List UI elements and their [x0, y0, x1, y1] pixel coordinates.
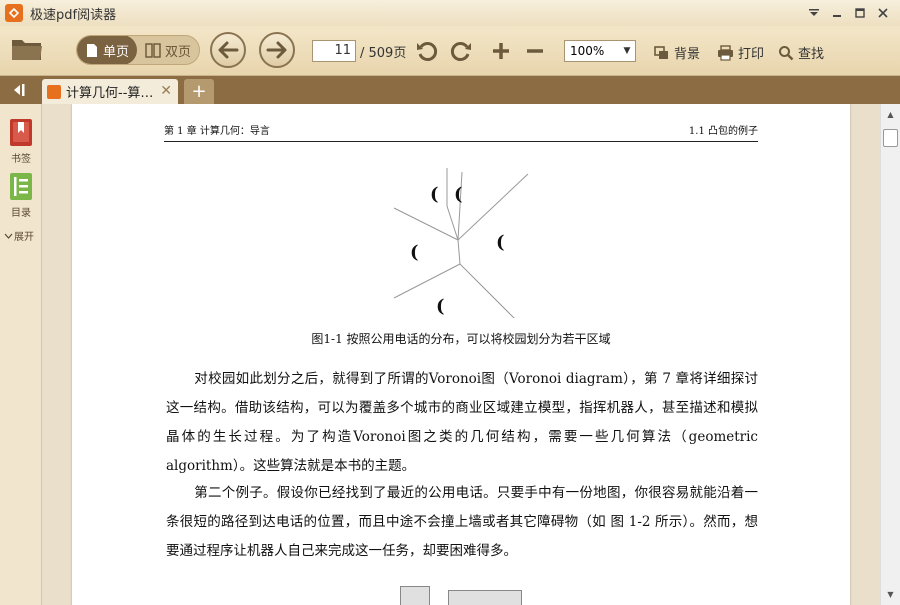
window-title: 极速pdf阅读器 [30, 7, 117, 23]
chevron-down-icon [4, 233, 13, 239]
vertical-scrollbar[interactable]: ▲ ▼ [880, 104, 900, 605]
zoom-value: 100% [570, 44, 605, 58]
sidebar-bookmarks-label: 书签 [11, 154, 31, 165]
svg-text:(: ( [410, 242, 419, 263]
double-page-button[interactable]: 双页 [137, 36, 199, 64]
background-label: 背景 [674, 47, 701, 62]
running-header: 第 1 章 计算几何：导言 1.1 凸包的例子 [164, 122, 758, 142]
sidebar: 书签 目录 展开 [0, 104, 42, 605]
print-button[interactable]: 打印 [717, 43, 764, 62]
pdf-file-icon [47, 84, 61, 99]
previous-page-button[interactable] [210, 32, 246, 68]
plus-icon: + [191, 81, 207, 102]
figure-1-2-fragment [400, 586, 430, 605]
paragraph-2-text: 第二个例子。假设你已经找到了最近的公用电话。只要手中有一份地图，你很容易就能沿着… [166, 485, 758, 559]
rotate-right-button[interactable] [448, 38, 474, 64]
svg-text:(: ( [454, 184, 463, 205]
paragraph-1: 对校园如此划分之后，就得到了所谓的Voronoi图（Voronoi diagra… [166, 365, 758, 481]
tab-strip: 计算几何--算… ✕ + [0, 76, 900, 104]
pdf-page: 第 1 章 计算几何：导言 1.1 凸包的例子 ( ( ( ( ( 图1-1 按… [72, 104, 850, 605]
sidebar-item-toc[interactable]: 目录 [0, 172, 42, 219]
double-page-icon [145, 42, 161, 58]
sidebar-toc-label: 目录 [11, 208, 31, 219]
paragraph-2: 第二个例子。假设你已经找到了最近的公用电话。只要手中有一份地图，你很容易就能沿着… [166, 479, 758, 566]
toolbar: 单页 双页 11 / 509页 100% ▼ 背景 打印 查找 [0, 26, 900, 76]
tab-label: 计算几何--算… [66, 86, 154, 101]
svg-text:(: ( [430, 184, 439, 205]
total-pages-label: / 509页 [360, 45, 407, 61]
page-mode-toggle: 单页 双页 [76, 35, 201, 65]
running-head-left: 第 1 章 计算几何：导言 [164, 126, 270, 137]
sidebar-toggle-button[interactable] [0, 76, 38, 104]
page-navigator: 11 / 509页 [312, 40, 406, 62]
page-number-input[interactable]: 11 [312, 40, 356, 62]
background-icon [654, 45, 668, 59]
open-file-button[interactable] [10, 34, 46, 64]
find-label: 查找 [798, 47, 825, 62]
arrow-right-icon [266, 41, 287, 59]
minimize-button[interactable] [825, 3, 848, 23]
svg-text:(: ( [436, 296, 445, 317]
search-icon [779, 45, 794, 60]
app-logo-icon [5, 4, 23, 22]
rotate-ccw-icon [417, 42, 438, 61]
scroll-up-icon[interactable]: ▲ [881, 106, 900, 123]
plus-icon [493, 43, 509, 59]
minus-icon [527, 49, 543, 53]
figure-1-2-fragment [448, 590, 522, 605]
folder-icon [12, 40, 42, 60]
double-page-label: 双页 [165, 44, 192, 60]
print-label: 打印 [738, 47, 765, 62]
arrow-left-icon [218, 41, 239, 59]
title-bar: 极速pdf阅读器 [0, 0, 900, 26]
zoom-out-button[interactable] [522, 38, 548, 64]
table-of-contents-icon [10, 173, 32, 200]
menu-dropdown-button[interactable] [802, 3, 825, 23]
running-head-right: 1.1 凸包的例子 [688, 126, 758, 137]
svg-text:(: ( [496, 232, 505, 253]
expand-label: 展开 [14, 232, 34, 243]
collapse-panel-icon [14, 84, 25, 96]
paragraph-1-text: 对校园如此划分之后，就得到了所谓的Voronoi图（Voronoi diagra… [166, 371, 758, 474]
rotate-left-button[interactable] [414, 38, 440, 64]
rotate-cw-icon [450, 42, 471, 61]
figure-caption: 图1-1 按照公用电话的分布，可以将校园划分为若干区域 [311, 332, 611, 346]
single-page-label: 单页 [103, 44, 130, 60]
new-tab-button[interactable]: + [184, 79, 214, 104]
tab-close-icon[interactable]: ✕ [160, 83, 172, 99]
next-page-button[interactable] [259, 32, 295, 68]
tab-document[interactable]: 计算几何--算… ✕ [42, 79, 178, 104]
zoom-in-button[interactable] [488, 38, 514, 64]
expand-sidebar-button[interactable]: 展开 [4, 228, 34, 243]
scrollbar-thumb[interactable] [883, 129, 898, 147]
scroll-down-icon[interactable]: ▼ [881, 586, 900, 603]
chevron-down-icon: ▼ [623, 46, 631, 56]
background-button[interactable]: 背景 [654, 43, 700, 62]
printer-icon [718, 44, 733, 61]
close-button[interactable] [871, 3, 894, 23]
maximize-button[interactable] [848, 3, 871, 23]
single-page-button[interactable]: 单页 [77, 36, 138, 64]
single-page-icon [87, 43, 97, 57]
document-viewport[interactable]: 第 1 章 计算几何：导言 1.1 凸包的例子 ( ( ( ( ( 图1-1 按… [42, 104, 880, 605]
sidebar-item-bookmarks[interactable]: 书签 [0, 118, 42, 165]
voronoi-figure: ( ( ( ( ( [393, 168, 529, 318]
zoom-select[interactable]: 100% ▼ [564, 40, 636, 62]
bookmark-book-icon [10, 119, 32, 146]
find-button[interactable]: 查找 [778, 43, 824, 62]
